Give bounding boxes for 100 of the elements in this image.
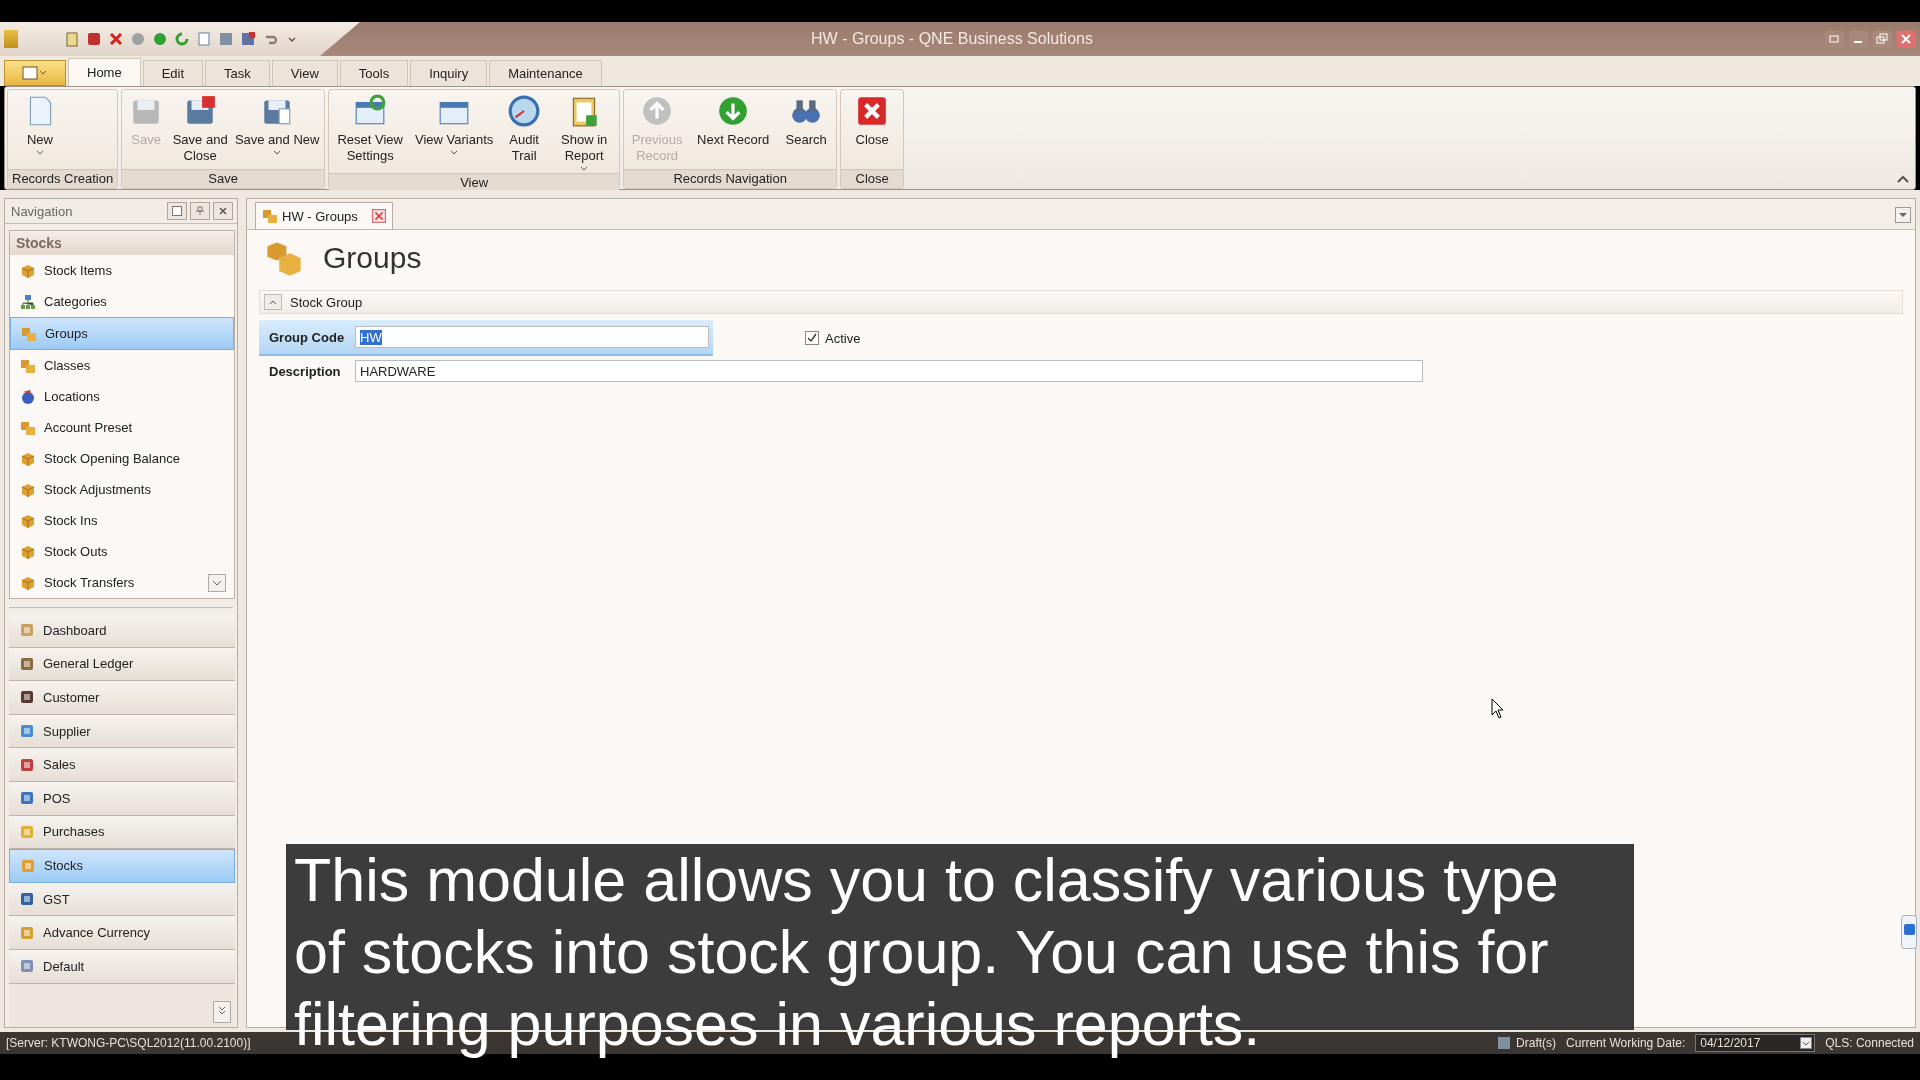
ribbon-button[interactable]: Next Record bbox=[690, 92, 777, 169]
nav-item[interactable]: Stock Ins bbox=[10, 505, 234, 536]
ribbon-tab[interactable]: View bbox=[271, 60, 338, 86]
mouse-pointer-icon bbox=[1491, 698, 1505, 720]
nav-item[interactable]: Stock Items bbox=[10, 255, 234, 286]
close-icon bbox=[218, 206, 228, 216]
ribbon-tab[interactable]: Inquiry bbox=[410, 60, 488, 86]
ribbon-group-label: Save bbox=[122, 169, 325, 188]
module-label: GST bbox=[43, 891, 70, 907]
ribbon-button[interactable]: Reset View Settings bbox=[331, 92, 410, 173]
ribbon-group-label: Records Navigation bbox=[624, 169, 837, 188]
module-button[interactable]: GST bbox=[9, 882, 235, 917]
app-menu-button[interactable] bbox=[4, 60, 66, 86]
module-button[interactable]: Stocks bbox=[9, 849, 235, 883]
date-field[interactable]: 04/12/2017 bbox=[1695, 1034, 1816, 1052]
module-label: Dashboard bbox=[43, 622, 107, 638]
nav-item[interactable]: Account Preset bbox=[10, 412, 234, 443]
nav-item[interactable]: Stock Outs bbox=[10, 536, 234, 567]
tab-label: HW - Groups bbox=[282, 208, 358, 224]
ribbon-tab[interactable]: Edit bbox=[142, 60, 204, 86]
ribbon-button[interactable]: Save and New bbox=[232, 92, 323, 169]
ribbon-button[interactable]: Close bbox=[843, 92, 902, 169]
refresh-icon[interactable] bbox=[174, 31, 190, 47]
dock-button[interactable] bbox=[167, 202, 187, 220]
module-label: General Ledger bbox=[43, 656, 134, 672]
chevron-down-icon bbox=[212, 580, 222, 586]
ribbon-button[interactable]: Show in Report bbox=[551, 92, 618, 173]
input-field[interactable]: HARDWARE bbox=[355, 360, 1423, 382]
ribbon-tab[interactable]: Home bbox=[68, 58, 141, 86]
ribbon-button[interactable]: Save and Close bbox=[170, 92, 231, 169]
module-button[interactable]: POS bbox=[9, 781, 235, 816]
document-tab[interactable]: HW - Groups bbox=[255, 202, 393, 229]
connection-status: QLS: Connected bbox=[1825, 1036, 1914, 1050]
globe-icon bbox=[20, 388, 36, 405]
module-label: POS bbox=[43, 790, 71, 806]
module-button[interactable]: Advance Currency bbox=[9, 916, 235, 950]
nav-item-label: Stock Adjustments bbox=[44, 482, 151, 497]
input-field[interactable]: HW bbox=[355, 326, 709, 348]
scroll-down-button[interactable] bbox=[208, 574, 226, 592]
module-button[interactable]: Dashboard bbox=[9, 614, 235, 648]
module-label: Purchases bbox=[43, 824, 105, 840]
nav-item-label: Stock Outs bbox=[44, 544, 108, 559]
nav-item[interactable]: Groups bbox=[10, 317, 234, 350]
nav-item-label: Account Preset bbox=[44, 420, 133, 435]
boxes-icon bbox=[21, 325, 37, 342]
window-title: HW - Groups - QNE Business Solutions bbox=[810, 30, 1094, 48]
ribbon-button[interactable]: View Variants bbox=[411, 92, 498, 173]
nav-item-label: Groups bbox=[45, 326, 88, 341]
collapse-ribbon-icon[interactable] bbox=[1897, 175, 1909, 183]
chevron-up-icon bbox=[269, 299, 277, 305]
panel-layout-icon bbox=[22, 66, 48, 80]
more-modules-button[interactable] bbox=[213, 1001, 231, 1023]
nav-item[interactable]: Stock Transfers bbox=[10, 567, 234, 598]
nav-item[interactable]: Stock Opening Balance bbox=[10, 443, 234, 474]
draft-icon bbox=[1496, 1035, 1513, 1051]
nav-item-label: Stock Ins bbox=[44, 513, 98, 528]
field-label: Group Code bbox=[269, 329, 346, 345]
module-button[interactable]: Sales bbox=[9, 748, 235, 782]
module-button[interactable]: Purchases bbox=[9, 815, 235, 850]
section-title: Stock Group bbox=[290, 294, 363, 310]
nav-item[interactable]: Classes bbox=[10, 350, 234, 381]
nav-item-label: Stock Transfers bbox=[44, 575, 135, 590]
nav-item-label: Stock Opening Balance bbox=[44, 451, 180, 466]
module-label: Default bbox=[43, 958, 85, 974]
ribbon-group-label: Close bbox=[841, 169, 904, 188]
module-label: Supplier bbox=[43, 723, 91, 739]
nav-item[interactable]: Categories bbox=[10, 286, 234, 317]
ribbon-button[interactable]: New bbox=[10, 92, 70, 169]
hierarchy-icon bbox=[20, 293, 36, 310]
caret-icon bbox=[580, 166, 589, 171]
page-title: Groups bbox=[323, 241, 422, 275]
boxes-icon bbox=[20, 357, 36, 374]
dropdown-icon[interactable] bbox=[1800, 1037, 1813, 1049]
pin-icon bbox=[195, 206, 205, 216]
section-header[interactable]: Stock Group bbox=[259, 290, 1903, 314]
close-icon[interactable] bbox=[371, 209, 386, 223]
ribbon-tab[interactable]: Task bbox=[205, 60, 270, 86]
close-icon[interactable] bbox=[108, 31, 124, 47]
date-label: Current Working Date: bbox=[1566, 1036, 1686, 1050]
module-button[interactable]: General Ledger bbox=[9, 647, 235, 682]
collapse-button[interactable] bbox=[264, 294, 282, 310]
field-label: Description bbox=[269, 363, 342, 379]
ribbon-button[interactable]: Search bbox=[778, 92, 835, 169]
module-button[interactable]: Default bbox=[9, 949, 235, 984]
close-button[interactable] bbox=[213, 202, 233, 220]
page-icon[interactable] bbox=[196, 31, 212, 47]
caret-icon bbox=[450, 150, 459, 155]
close-button[interactable] bbox=[1896, 30, 1916, 48]
checkbox[interactable] bbox=[805, 331, 819, 345]
nav-item[interactable]: Stock Adjustments bbox=[10, 474, 234, 505]
ribbon-tab[interactable]: Tools bbox=[339, 60, 409, 86]
caret-icon bbox=[273, 150, 282, 155]
module-button[interactable]: Supplier bbox=[9, 714, 235, 749]
ribbon-button[interactable]: Audit Trail bbox=[499, 92, 550, 173]
nav-item-label: Classes bbox=[44, 358, 91, 373]
clipboard-icon[interactable] bbox=[64, 31, 80, 47]
module-button[interactable]: Customer bbox=[9, 681, 235, 715]
ribbon-tab[interactable]: Maintenance bbox=[489, 60, 602, 86]
nav-item[interactable]: Locations bbox=[10, 381, 234, 412]
pin-button[interactable] bbox=[190, 202, 210, 220]
